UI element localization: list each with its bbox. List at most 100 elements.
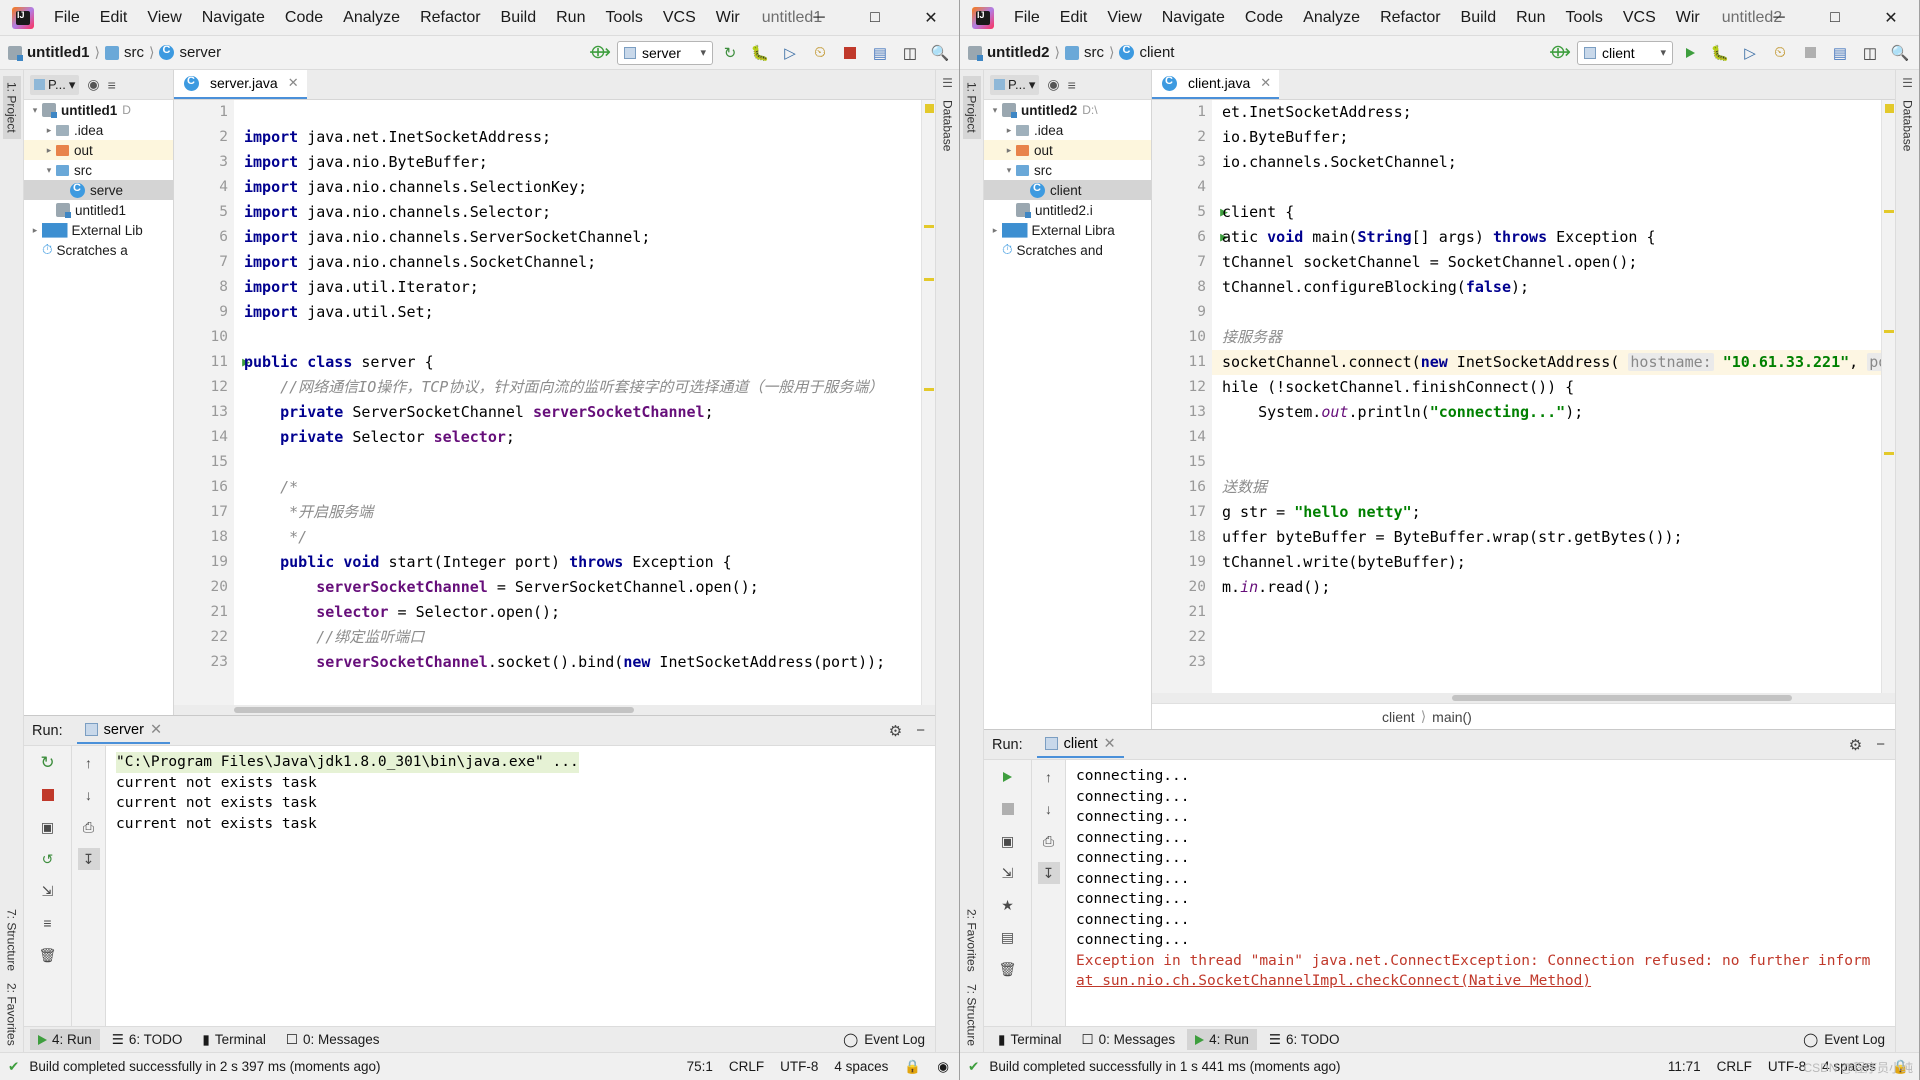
editor-marker-bar[interactable]	[921, 100, 935, 705]
search-icon[interactable]: 🔍	[1887, 40, 1913, 66]
sidebar-item-database[interactable]: Database	[939, 94, 957, 157]
line-separator[interactable]: CRLF	[729, 1059, 764, 1074]
code-line[interactable]: atic void main(String[] args) throws Exc…	[1212, 225, 1881, 250]
tab-client-java[interactable]: client.java ✕	[1152, 69, 1280, 99]
stop-icon[interactable]	[997, 798, 1019, 820]
code-line[interactable]: tChannel.write(byteBuffer);	[1212, 550, 1881, 575]
code-line[interactable]: g str = "hello netty";	[1212, 500, 1881, 525]
sidebar-item-structure[interactable]: 7: Structure	[963, 978, 981, 1052]
menu-edit[interactable]: Edit	[90, 5, 138, 31]
code-line[interactable]: serverSocketChannel.socket().bind(new In…	[234, 650, 921, 675]
code-line[interactable]: /*	[234, 475, 921, 500]
tree-node[interactable]: ▾ src	[984, 160, 1151, 180]
menu-bar[interactable]: File Edit View Navigate Code Analyze Ref…	[1004, 5, 1710, 31]
sidebar-item-favorites[interactable]: 2: Favorites	[963, 903, 981, 978]
scroll-up-icon[interactable]: ↑	[78, 752, 100, 774]
locate-icon[interactable]: ◉	[87, 76, 99, 93]
code-line[interactable]: io.channels.SocketChannel;	[1212, 150, 1881, 175]
menu-file[interactable]: File	[44, 5, 90, 31]
profile-icon[interactable]: ⏲	[1767, 40, 1793, 66]
code-line[interactable]: import java.net.InetSocketAddress;	[234, 125, 921, 150]
chevron-right-icon[interactable]: ▸	[1002, 125, 1016, 136]
menu-run[interactable]: Run	[546, 5, 595, 31]
tool-window-messages[interactable]: ☐ 0: Messages	[1073, 1029, 1183, 1051]
menu-code[interactable]: Code	[275, 5, 333, 31]
code-line[interactable]	[1212, 450, 1881, 475]
restart-icon[interactable]: ↺	[37, 848, 59, 870]
menu-navigate[interactable]: Navigate	[1152, 5, 1235, 31]
code-line[interactable]: 接服务器	[1212, 325, 1881, 350]
print-icon[interactable]: ⎙	[1038, 830, 1060, 852]
tool-window-todo[interactable]: ☰ 6: TODO	[1261, 1029, 1348, 1051]
collapse-all-icon[interactable]: ≡	[1068, 77, 1076, 93]
build-icon[interactable]: ▤	[1827, 40, 1853, 66]
breadcrumb-method[interactable]: main()	[1432, 709, 1472, 725]
minimize-button[interactable]: ─	[1751, 0, 1807, 36]
breadcrumb-project[interactable]: untitled1	[27, 44, 90, 61]
tree-node-client[interactable]: client	[984, 180, 1151, 200]
project-tab[interactable]: P... ▾	[990, 74, 1040, 95]
back-arrow-icon[interactable]: ⟴	[587, 40, 613, 66]
print-icon[interactable]: ⎙	[78, 816, 100, 838]
run-configuration-selector[interactable]: client ▾	[1577, 40, 1673, 65]
code-line[interactable]: selector = Selector.open();	[234, 600, 921, 625]
close-icon[interactable]: ✕	[1260, 75, 1271, 91]
rerun-icon[interactable]	[997, 766, 1019, 788]
screenshot-icon[interactable]: ▣	[997, 830, 1019, 852]
code-line[interactable]: 送数据	[1212, 475, 1881, 500]
search-icon[interactable]: 🔍	[927, 40, 953, 66]
tree-node[interactable]: ▸ out	[984, 140, 1151, 160]
code-line[interactable]	[1212, 600, 1881, 625]
run-icon[interactable]	[1677, 40, 1703, 66]
run-with-coverage-icon[interactable]: ▷	[1737, 40, 1763, 66]
menu-refactor[interactable]: Refactor	[410, 5, 490, 31]
maximize-button[interactable]: □	[1807, 0, 1863, 36]
code-area[interactable]: 1 2 3 4 5 6 7 8 9 10 11 ▶ 12 13 14 15 16 17 18 19 20 21 22 23 i…	[174, 100, 935, 705]
tab-server-java[interactable]: server.java ✕	[174, 69, 307, 99]
project-tab[interactable]: P... ▾	[30, 74, 80, 95]
code-line[interactable]	[234, 450, 921, 475]
breadcrumb[interactable]: untitled2 ⟩ src ⟩ client	[968, 44, 1174, 61]
debug-icon[interactable]: 🐛	[747, 40, 773, 66]
menu-view[interactable]: View	[137, 5, 191, 31]
menu-navigate[interactable]: Navigate	[192, 5, 275, 31]
build-icon[interactable]: ▤	[867, 40, 893, 66]
code-line[interactable]	[1212, 625, 1881, 650]
sidebar-item-structure[interactable]: 7: Structure	[3, 903, 21, 977]
close-icon[interactable]: ✕	[1104, 736, 1116, 752]
code-line[interactable]: m.in.read();	[1212, 575, 1881, 600]
pin-tab-icon[interactable]: ⇲	[37, 880, 59, 902]
menu-run[interactable]: Run	[1506, 5, 1555, 31]
inspections-icon[interactable]: ◉	[937, 1059, 949, 1075]
gear-icon[interactable]: ⚙	[1849, 736, 1862, 754]
code-area[interactable]: 1 2 3 4 5 ▶ 6 ▶ 7 8 9 10 11 12 13 14 15 16 17 18 19 20 21 22 23 …	[1152, 100, 1895, 693]
source-code[interactable]: et.InetSocketAddress; io.ByteBuffer; io.ch…	[1212, 100, 1881, 693]
run-tab-server[interactable]: server ✕	[76, 718, 171, 744]
tree-node[interactable]: ▸ out	[24, 140, 173, 160]
run-console-output[interactable]: connecting... connecting... connecting... c…	[1066, 760, 1895, 1026]
code-line[interactable]: */	[234, 525, 921, 550]
menu-view[interactable]: View	[1097, 5, 1151, 31]
code-line[interactable]: import java.nio.channels.Selector;	[234, 200, 921, 225]
code-line[interactable]	[234, 100, 921, 125]
code-line[interactable]	[1212, 300, 1881, 325]
stop-icon[interactable]	[37, 784, 59, 806]
breadcrumb-src[interactable]: src	[124, 44, 144, 61]
sidebar-item-project[interactable]: 1: Project	[2, 76, 21, 139]
star-icon[interactable]: ★	[997, 894, 1019, 916]
chevron-right-icon[interactable]: ▸	[42, 145, 56, 156]
tool-window-terminal[interactable]: ▮ Terminal	[194, 1029, 273, 1051]
code-line[interactable]: import java.util.Iterator;	[234, 275, 921, 300]
breadcrumb[interactable]: untitled1 ⟩ src ⟩ server	[8, 44, 221, 61]
sidebar-item-project[interactable]: 1: Project	[962, 76, 981, 139]
code-line[interactable]: //绑定监听端口	[234, 625, 921, 650]
tree-node[interactable]: untitled2.i	[984, 200, 1151, 220]
code-line[interactable]	[1212, 425, 1881, 450]
locate-icon[interactable]: ◉	[1047, 76, 1059, 93]
code-line[interactable]: System.out.println("connecting...");	[1212, 400, 1881, 425]
code-line[interactable]: socketChannel.connect(new InetSocketAddr…	[1212, 350, 1881, 375]
close-icon[interactable]: ✕	[288, 75, 299, 91]
menu-file[interactable]: File	[1004, 5, 1050, 31]
tree-node[interactable]: ▸ ███ External Libra	[984, 220, 1151, 240]
run-with-coverage-icon[interactable]: ▷	[777, 40, 803, 66]
